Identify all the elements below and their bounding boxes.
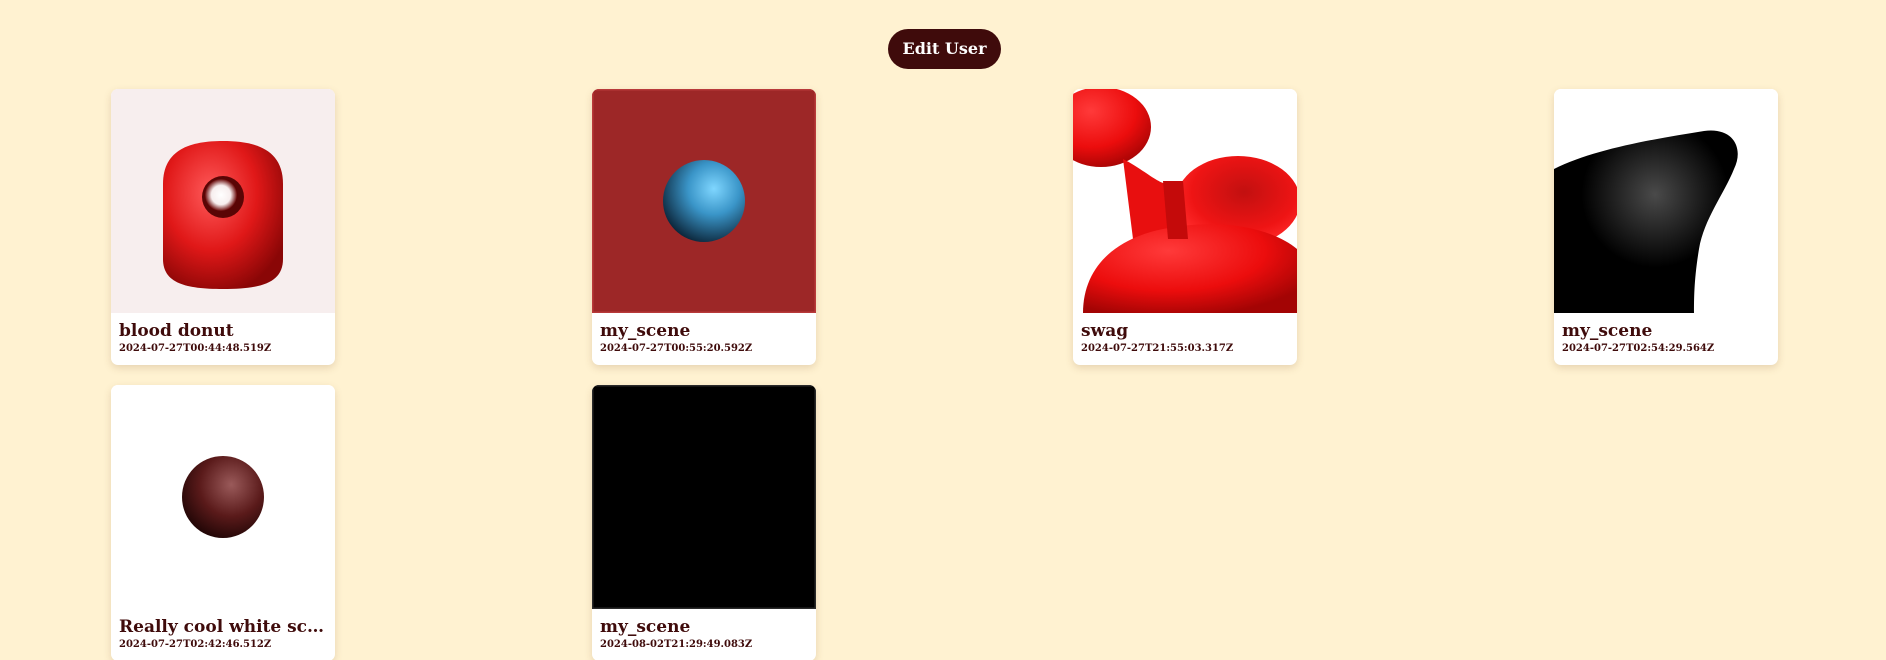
- scene-card[interactable]: blood donut 2024-07-27T00:44:48.519Z: [111, 89, 335, 365]
- dark-red-sphere-preview: [111, 385, 335, 609]
- scene-card[interactable]: my_scene 2024-07-27T00:55:20.592Z: [592, 89, 816, 365]
- scene-thumbnail: [111, 385, 335, 609]
- edit-user-button[interactable]: Edit User: [888, 29, 1001, 69]
- blue-sphere-preview: [592, 89, 816, 313]
- scene-thumbnail: [592, 89, 816, 313]
- user-page: Edit User blood donut 2024-07-27T00:44:4…: [0, 0, 1886, 660]
- scene-thumbnail: [111, 89, 335, 313]
- scene-title: my_scene: [600, 617, 691, 637]
- scene-date: 2024-07-27T00:44:48.519Z: [119, 343, 272, 354]
- scene-thumbnail: [1554, 89, 1778, 313]
- black-blob-preview: [1554, 89, 1778, 313]
- scene-date: 2024-07-27T02:42:46.512Z: [119, 639, 272, 650]
- scene-thumbnail: [1073, 89, 1297, 313]
- scene-thumbnail: [592, 385, 816, 609]
- scene-title: swag: [1081, 321, 1129, 341]
- scene-date: 2024-07-27T00:55:20.592Z: [600, 343, 753, 354]
- scene-title: Really cool white sce...: [119, 617, 327, 637]
- scene-card[interactable]: Really cool white sce... 2024-07-27T02:4…: [111, 385, 335, 660]
- scene-card[interactable]: my_scene 2024-07-27T02:54:29.564Z: [1554, 89, 1778, 365]
- red-blobs-preview: [1073, 89, 1297, 313]
- scene-title: blood donut: [119, 321, 234, 341]
- scene-card[interactable]: swag 2024-07-27T21:55:03.317Z: [1073, 89, 1297, 365]
- scene-card[interactable]: my_scene 2024-08-02T21:29:49.083Z: [592, 385, 816, 660]
- scene-title: my_scene: [1562, 321, 1653, 341]
- scene-title: my_scene: [600, 321, 691, 341]
- scene-date: 2024-08-02T21:29:49.083Z: [600, 639, 753, 650]
- red-donut-preview: [111, 89, 335, 313]
- scene-date: 2024-07-27T02:54:29.564Z: [1562, 343, 1715, 354]
- scene-date: 2024-07-27T21:55:03.317Z: [1081, 343, 1234, 354]
- black-square-preview: [592, 385, 816, 609]
